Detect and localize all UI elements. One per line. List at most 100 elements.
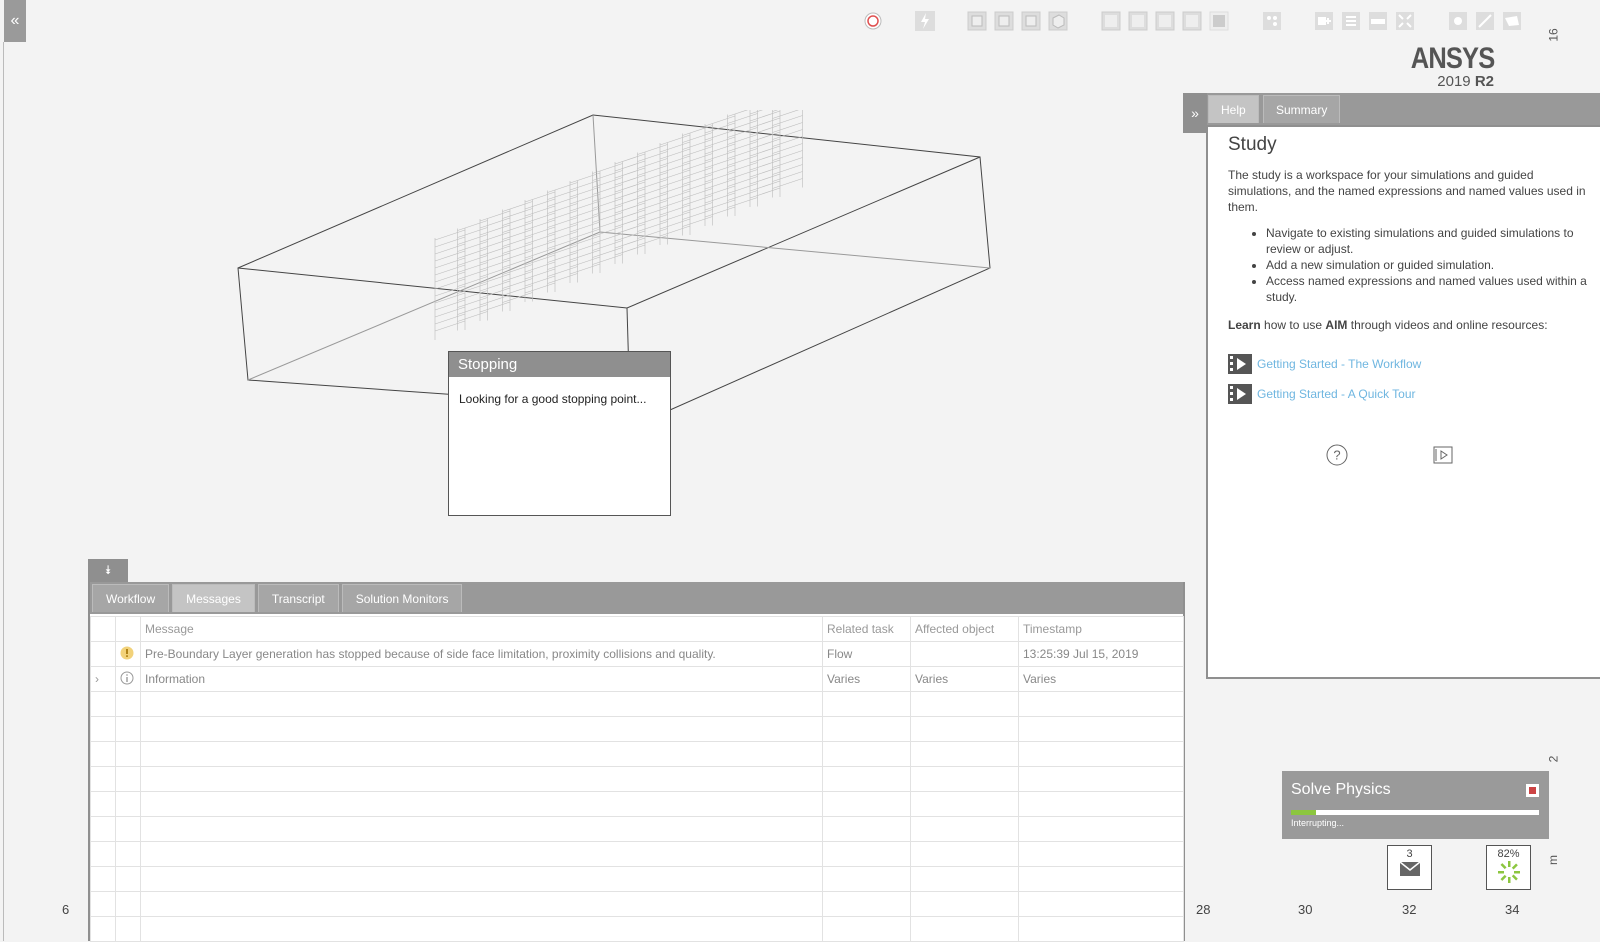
video-link-label[interactable]: Getting Started - The Workflow [1257, 356, 1421, 372]
table-row-empty [90, 716, 1184, 742]
affected-object: Varies [910, 666, 1019, 692]
table-row-empty [90, 841, 1184, 867]
learn-text: Learn how to use AIM through videos and … [1228, 318, 1548, 332]
message-count: 3 [1406, 848, 1413, 860]
view-top-icon[interactable] [993, 10, 1015, 32]
fit-icon[interactable] [1394, 10, 1416, 32]
collapse-left-button[interactable]: « [4, 0, 26, 42]
column-header-message[interactable]: Message [140, 616, 823, 642]
help-intro: The study is a workspace for your simula… [1228, 168, 1586, 214]
table-row-empty [90, 816, 1184, 842]
collapse-right-panel-button[interactable]: » [1183, 93, 1207, 133]
warning-icon [115, 641, 141, 667]
lightning-icon[interactable] [914, 10, 936, 32]
fin-edge [727, 104, 758, 217]
solve-title: Solve Physics [1291, 781, 1391, 798]
solve-status: Interrupting... [1291, 818, 1345, 828]
film-icon [1228, 384, 1252, 404]
ruler-label: 34 [1505, 902, 1520, 917]
tab-workflow[interactable]: Workflow [92, 584, 170, 612]
add-object-icon[interactable] [1313, 10, 1335, 32]
affected-object [910, 641, 1019, 667]
messages-table: Message Related task Affected object Tim… [90, 616, 1184, 942]
solve-physics-popup: Solve Physics Interrupting... [1282, 771, 1549, 839]
view-right-icon[interactable] [1020, 10, 1042, 32]
film-icon [1228, 354, 1252, 374]
stopping-dialog: Stopping Looking for a good stopping poi… [448, 351, 671, 516]
line-icon[interactable] [1474, 10, 1496, 32]
ruler-label: 30 [1298, 902, 1313, 917]
envelope-icon [1399, 861, 1420, 876]
table-row-empty [90, 866, 1184, 892]
brand-logo: ANSYS 2019 R2 [1396, 44, 1494, 90]
ruler-icon[interactable] [1367, 10, 1389, 32]
table-row[interactable]: › Information Varies Varies Varies [90, 666, 1184, 692]
progress-percent: 82% [1497, 848, 1520, 860]
info-icon [115, 666, 141, 692]
table-row-empty [90, 791, 1184, 817]
layout-4-icon[interactable] [1181, 10, 1203, 32]
mesh-icon[interactable] [1261, 10, 1283, 32]
message-text: Information [140, 666, 823, 692]
left-border [3, 42, 4, 941]
progress-button[interactable]: 82% [1486, 845, 1531, 890]
ruler-label: 32 [1402, 902, 1417, 917]
view-iso-icon[interactable] [1047, 10, 1069, 32]
table-row-empty [90, 891, 1184, 917]
help-panel: Study The study is a workspace for your … [1206, 125, 1600, 679]
video-library-icon[interactable] [1433, 445, 1453, 465]
dialog-message: Looking for a good stopping point... [459, 392, 647, 406]
table-row-empty [90, 741, 1184, 767]
table-row-empty [90, 691, 1184, 717]
layout-3-icon[interactable] [1154, 10, 1176, 32]
solve-progress-fill [1291, 810, 1316, 815]
column-header-affected-object[interactable]: Affected object [910, 616, 1019, 642]
stop-icon [1529, 787, 1536, 794]
ruler-label: 16 [1546, 28, 1561, 42]
dialog-title: Stopping [449, 352, 670, 377]
ruler-label: m [1546, 855, 1560, 865]
tab-transcript[interactable]: Transcript [257, 584, 339, 612]
layout-5-icon[interactable] [1208, 10, 1230, 32]
column-header-timestamp[interactable]: Timestamp [1018, 616, 1184, 642]
column-header-related-task[interactable]: Related task [822, 616, 911, 642]
layout-2-icon[interactable] [1127, 10, 1149, 32]
related-task: Varies [822, 666, 911, 692]
record-icon[interactable] [862, 10, 884, 32]
stop-solve-button[interactable] [1526, 784, 1539, 797]
light-icon[interactable] [1447, 10, 1469, 32]
video-link-label[interactable]: Getting Started - A Quick Tour [1257, 386, 1416, 402]
ruler-label: 2 [1546, 755, 1561, 763]
tab-summary[interactable]: Summary [1263, 95, 1341, 123]
tab-help[interactable]: Help [1208, 95, 1259, 123]
tab-messages[interactable]: Messages [172, 584, 255, 612]
video-link-workflow[interactable]: Getting Started - The Workflow [1228, 353, 1594, 375]
plane-icon[interactable] [1501, 10, 1523, 32]
timestamp: 13:25:39 Jul 15, 2019 [1018, 641, 1184, 667]
messages-panel: Workflow Messages Transcript Solution Mo… [88, 582, 1185, 942]
expand-chevron-icon[interactable]: › [90, 666, 116, 692]
timestamp: Varies [1018, 666, 1184, 692]
ruler-label: 28 [1196, 902, 1211, 917]
table-header: Message Related task Affected object Tim… [90, 616, 1184, 642]
help-title: Study [1228, 134, 1277, 155]
video-link-tour[interactable]: Getting Started - A Quick Tour [1228, 383, 1594, 405]
view-front-icon[interactable] [966, 10, 988, 32]
table-row-empty [90, 916, 1184, 942]
related-task-link[interactable]: Flow [822, 641, 911, 667]
ruler-label: 6 [62, 902, 70, 917]
tab-solution-monitors[interactable]: Solution Monitors [341, 584, 463, 612]
list-icon[interactable] [1340, 10, 1362, 32]
message-text: Pre-Boundary Layer generation has stoppe… [140, 641, 823, 667]
help-bullet: Access named expressions and named value… [1266, 273, 1594, 305]
messages-button[interactable]: 3 [1387, 845, 1432, 890]
brand-version: 2019 R2 [1437, 73, 1494, 90]
help-bullet: Navigate to existing simulations and gui… [1266, 225, 1594, 257]
layout-1-icon[interactable] [1100, 10, 1122, 32]
help-question-icon[interactable]: ? [1326, 444, 1348, 466]
solve-progress-bar [1291, 810, 1539, 815]
table-row[interactable]: Pre-Boundary Layer generation has stoppe… [90, 641, 1184, 667]
collapse-bottom-panel-button[interactable]: ⯯ [88, 559, 128, 582]
help-panel-tabs: Help Summary [1207, 93, 1600, 125]
spinner-icon [1497, 861, 1520, 883]
